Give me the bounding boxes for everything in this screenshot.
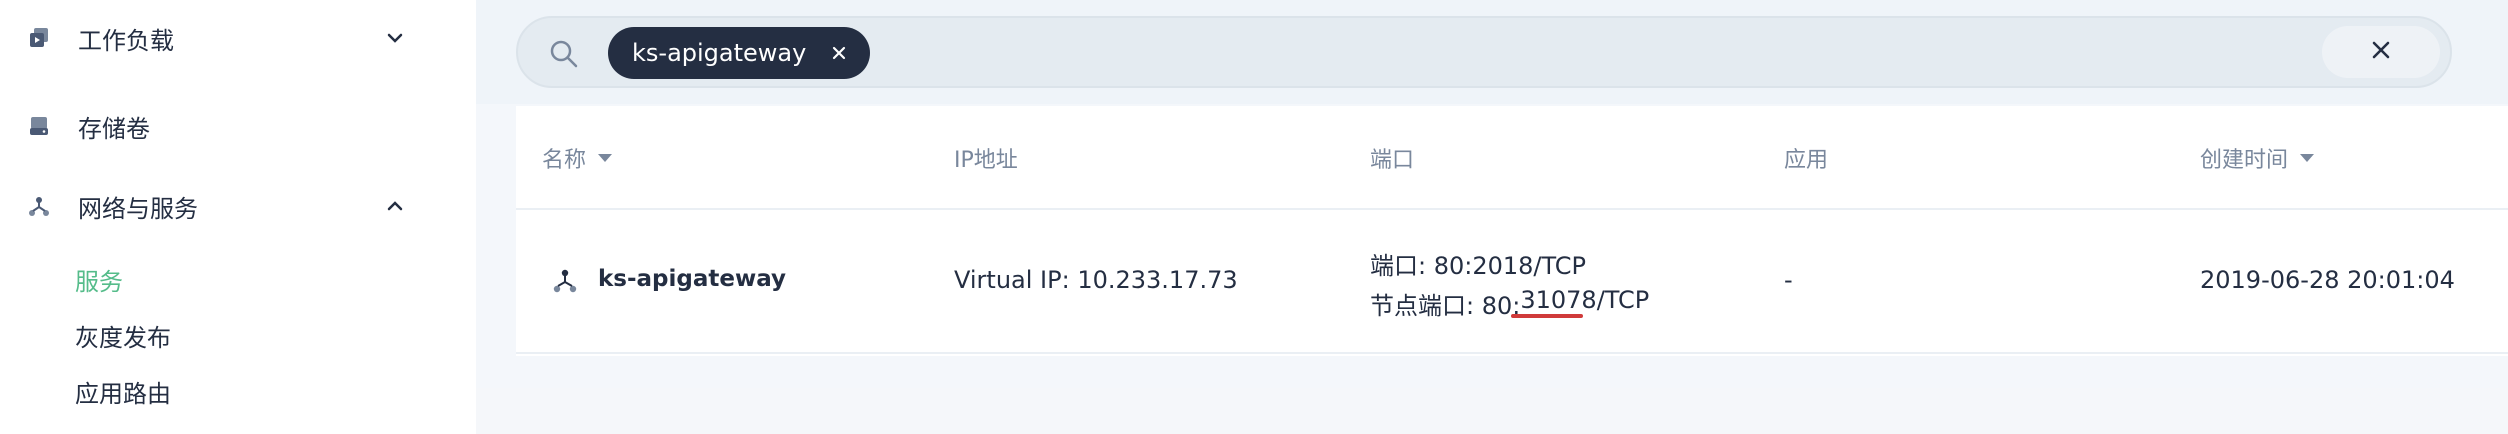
node-port-suffix: /TCP: [1596, 286, 1650, 314]
sidebar: 工作负载 存储卷 网络与服务 服务 灰度发布 应用路由: [0, 0, 476, 434]
column-header-app: 应用: [1784, 142, 1828, 174]
service-app: -: [1784, 266, 1793, 294]
sidebar-item-app-routes[interactable]: 应用路由: [75, 374, 171, 409]
column-header-label: IP地址: [954, 148, 1018, 173]
filter-tag: ks-apigateway: [608, 27, 871, 79]
close-icon[interactable]: [830, 44, 848, 62]
sort-caret-icon[interactable]: [2298, 152, 2316, 164]
sidebar-group-network[interactable]: 网络与服务: [0, 176, 476, 236]
sidebar-group-label: 工作负载: [78, 26, 174, 55]
sidebar-item-grayscale-release[interactable]: 灰度发布: [75, 318, 171, 353]
filter-tag-label: ks-apigateway: [632, 39, 807, 67]
chevron-down-icon[interactable]: [382, 25, 408, 51]
service-ip: Virtual IP: 10.233.17.73: [954, 266, 1238, 294]
sidebar-group-label: 网络与服务: [78, 194, 198, 223]
annotation-underline: [1511, 314, 1583, 318]
table-footer: [476, 388, 2508, 434]
sidebar-group-label: 存储卷: [78, 114, 150, 143]
service-port: 端口: 80:2018/TCP: [1370, 252, 1586, 280]
table-header-divider: [516, 208, 2508, 210]
workload-icon: [26, 25, 52, 51]
storage-volume-icon: [26, 113, 52, 139]
sidebar-group-storage[interactable]: 存储卷: [0, 96, 476, 156]
sidebar-group-workload[interactable]: 工作负载: [0, 8, 476, 68]
service-created-time: 2019-06-28 20:01:04: [2200, 266, 2455, 294]
table-row-divider: [516, 352, 2508, 354]
sort-caret-icon[interactable]: [596, 152, 614, 164]
column-header-label: 创建时间: [2200, 148, 2289, 173]
search-bar[interactable]: ks-apigateway: [516, 16, 2452, 88]
node-port-prefix: 节点端口: 80:: [1370, 292, 1521, 320]
search-icon: [548, 38, 580, 70]
column-header-port: 端口: [1370, 142, 1414, 174]
close-icon: [2370, 39, 2392, 65]
service-name-link[interactable]: ks-apigateway: [598, 266, 786, 292]
column-header-ip: IP地址: [954, 142, 1018, 174]
clear-search-button[interactable]: [2322, 26, 2440, 78]
column-header-label: 应用: [1784, 148, 1829, 173]
sidebar-item-services[interactable]: 服务: [75, 262, 123, 297]
column-header-created[interactable]: 创建时间: [2200, 142, 2316, 174]
column-header-name[interactable]: 名称: [542, 142, 614, 174]
service-node-port: 节点端口: 80: 31078 /TCP: [1370, 286, 1649, 321]
column-header-label: 名称: [542, 148, 587, 173]
chevron-up-icon[interactable]: [382, 193, 408, 219]
network-topology-icon: [26, 193, 52, 219]
column-header-label: 端口: [1370, 148, 1415, 173]
services-table: 名称 IP地址 端口 应用 创建时间 ks-apigateway Virtual…: [516, 106, 2508, 356]
service-topology-icon: [550, 266, 580, 296]
